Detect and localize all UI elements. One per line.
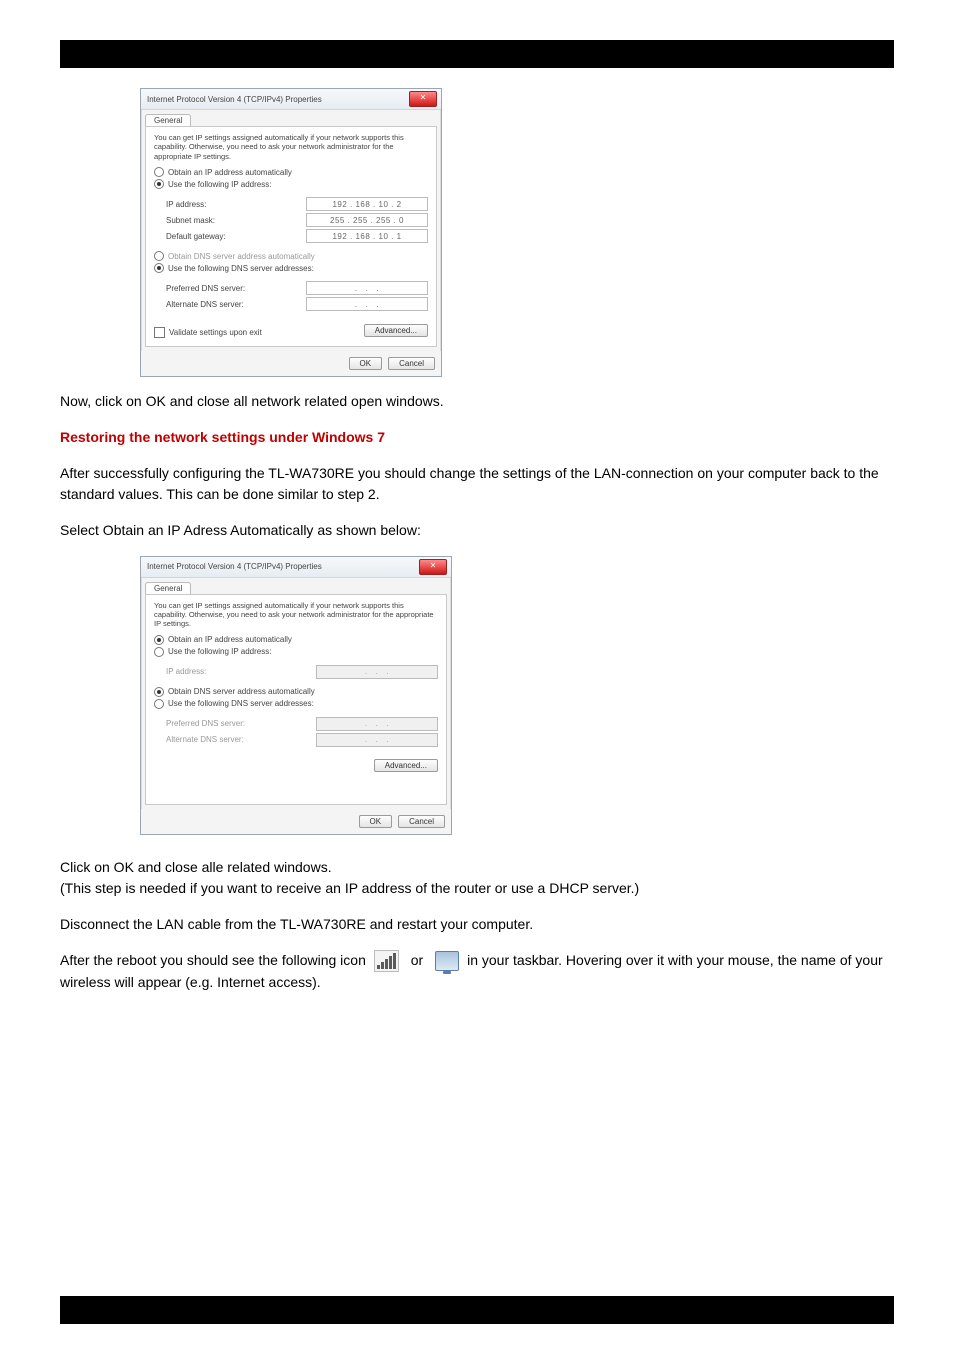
subnet-mask-input[interactable]: 255 . 255 . 255 . 0 [306,213,428,227]
instruction-ok-close: Now, click on OK and close all network r… [60,391,894,413]
instruction-select-auto: Select Obtain an IP Adress Automatically… [60,520,894,542]
label-default-gateway: Default gateway: [166,232,306,241]
radio-obtain-ip-auto[interactable]: Obtain an IP address automatically [154,635,438,645]
radio-use-static-ip[interactable]: Use the following IP address: [154,647,438,657]
validate-checkbox-label: Validate settings upon exit [169,328,262,337]
label-subnet-mask: Subnet mask: [166,216,306,225]
tab-general[interactable]: General [145,582,191,594]
radio-icon [154,699,164,709]
alternate-dns-input[interactable]: . . . [306,297,428,311]
radio-label: Obtain an IP address automatically [168,168,292,177]
ipv4-properties-dialog-static: Internet Protocol Version 4 (TCP/IPv4) P… [140,88,442,377]
close-icon[interactable]: ✕ [419,559,447,575]
radio-icon [154,647,164,657]
radio-icon [154,687,164,697]
radio-label: Use the following IP address: [168,180,271,189]
radio-label: Use the following DNS server addresses: [168,264,314,273]
radio-use-static-ip[interactable]: Use the following IP address: [154,179,428,189]
radio-icon [154,635,164,645]
tab-general[interactable]: General [145,114,191,126]
footer-black-bar [60,1296,894,1324]
radio-icon [154,179,164,189]
instruction-ok-close-2: Click on OK and close alle related windo… [60,859,332,875]
dialog-title: Internet Protocol Version 4 (TCP/IPv4) P… [147,562,322,571]
text-segment: After the reboot you should see the foll… [60,952,366,968]
advanced-button[interactable]: Advanced... [364,324,428,337]
instruction-dhcp-note: (This step is needed if you want to rece… [60,880,639,896]
text-or: or [411,950,423,972]
ip-address-input: . . . [316,665,438,679]
radio-label: Use the following DNS server addresses: [168,699,314,708]
cancel-button[interactable]: Cancel [398,815,445,828]
label-ip-address: IP address: [166,667,316,676]
preferred-dns-input[interactable]: . . . [306,281,428,295]
label-alternate-dns: Alternate DNS server: [166,735,316,744]
radio-obtain-dns-auto[interactable]: Obtain DNS server address automatically [154,687,438,697]
radio-label: Use the following IP address: [168,647,271,656]
radio-icon [154,263,164,273]
titlebar: Internet Protocol Version 4 (TCP/IPv4) P… [141,557,451,578]
label-ip-address: IP address: [166,200,306,209]
cancel-button[interactable]: Cancel [388,357,435,370]
radio-obtain-ip-auto[interactable]: Obtain an IP address automatically [154,167,428,177]
label-alternate-dns: Alternate DNS server: [166,300,306,309]
label-preferred-dns: Preferred DNS server: [166,719,316,728]
dialog-description: You can get IP settings assigned automat… [154,133,428,161]
radio-icon [154,251,164,261]
radio-obtain-dns-auto: Obtain DNS server address automatically [154,251,428,261]
alternate-dns-input: . . . [316,733,438,747]
instruction-disconnect: Disconnect the LAN cable from the TL-WA7… [60,914,894,936]
preferred-dns-input: . . . [316,717,438,731]
close-icon[interactable]: ✕ [409,91,437,107]
ip-address-input[interactable]: 192 . 168 . 10 . 2 [306,197,428,211]
ok-button[interactable]: OK [349,357,383,370]
titlebar: Internet Protocol Version 4 (TCP/IPv4) P… [141,89,441,110]
network-monitor-icon [435,951,459,971]
default-gateway-input[interactable]: 192 . 168 . 10 . 1 [306,229,428,243]
advanced-button[interactable]: Advanced... [374,759,438,772]
dialog-description: You can get IP settings assigned automat… [154,601,438,629]
instruction-taskbar-icon: After the reboot you should see the foll… [60,950,894,994]
wifi-signal-icon [374,950,399,972]
radio-use-static-dns[interactable]: Use the following DNS server addresses: [154,263,428,273]
radio-icon [154,167,164,177]
header-black-bar [60,40,894,68]
radio-label: Obtain DNS server address automatically [168,252,315,261]
validate-checkbox[interactable] [154,327,165,338]
radio-label: Obtain DNS server address automatically [168,687,315,696]
ok-button[interactable]: OK [359,815,393,828]
instruction-restore: After successfully configuring the TL-WA… [60,463,894,506]
ipv4-properties-dialog-auto: Internet Protocol Version 4 (TCP/IPv4) P… [140,556,452,835]
radio-label: Obtain an IP address automatically [168,635,292,644]
section-heading-restore: Restoring the network settings under Win… [60,427,894,449]
dialog-title: Internet Protocol Version 4 (TCP/IPv4) P… [147,95,322,104]
radio-use-static-dns[interactable]: Use the following DNS server addresses: [154,699,438,709]
label-preferred-dns: Preferred DNS server: [166,284,306,293]
